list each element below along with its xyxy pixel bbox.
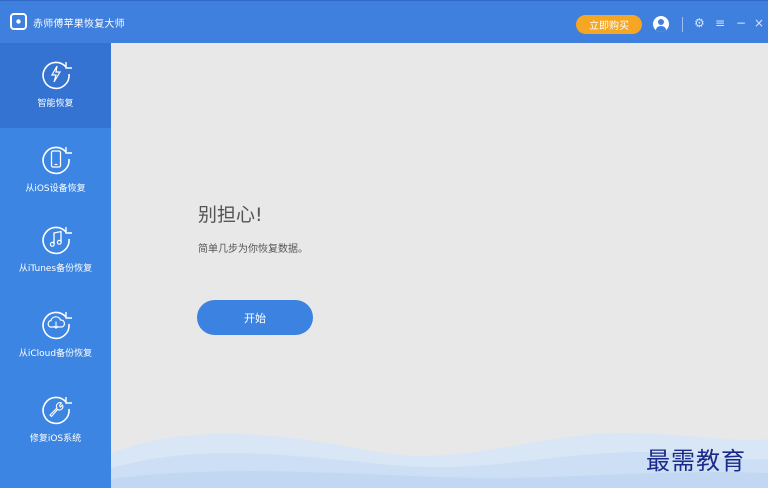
title-bar: 赤师傅苹果恢复大师 立即购买 ⚙ ≡ − × [0,0,768,43]
main-panel: 别担心! 简单几步为你恢复数据。 开始 最需教育 [111,43,768,488]
sidebar-item-ios-device[interactable]: 从iOS设备恢复 [0,128,111,208]
watermark: 最需教育 [646,447,746,475]
app-title: 赤师傅苹果恢复大师 [33,19,125,30]
page-subtext: 简单几步为你恢复数据。 [198,244,308,255]
sidebar-item-label: 智能恢复 [37,99,74,109]
app-logo-icon [10,13,27,30]
cloud-recover-icon [41,311,72,340]
titlebar-divider [682,17,683,32]
close-icon[interactable]: × [754,15,764,31]
lightning-recover-icon [41,61,72,90]
menu-icon[interactable]: ≡ [715,15,725,31]
sidebar-item-icloud-backup[interactable]: 从iCloud备份恢复 [0,293,111,378]
phone-recover-icon [41,146,72,175]
settings-icon[interactable]: ⚙ [694,15,705,31]
sidebar: 智能恢复 从iOS设备恢复 从iTunes备份恢复 从iCloud备份恢复 修复… [0,43,111,488]
buy-now-button[interactable]: 立即购买 [576,15,642,34]
minimize-icon[interactable]: − [736,15,746,31]
music-recover-icon [41,226,72,255]
account-avatar-icon[interactable] [653,16,669,32]
sidebar-item-label: 修复iOS系统 [29,434,82,444]
sidebar-item-label: 从iOS设备恢复 [25,184,86,194]
sidebar-item-label: 从iCloud备份恢复 [18,349,93,359]
sidebar-item-label: 从iTunes备份恢复 [18,264,93,274]
wrench-icon [41,396,72,425]
sidebar-item-itunes-backup[interactable]: 从iTunes备份恢复 [0,208,111,293]
page-heading: 别担心! [198,204,263,226]
sidebar-item-repair-ios[interactable]: 修复iOS系统 [0,378,111,458]
start-button[interactable]: 开始 [197,300,313,335]
sidebar-item-smart-recover[interactable]: 智能恢复 [0,43,111,128]
